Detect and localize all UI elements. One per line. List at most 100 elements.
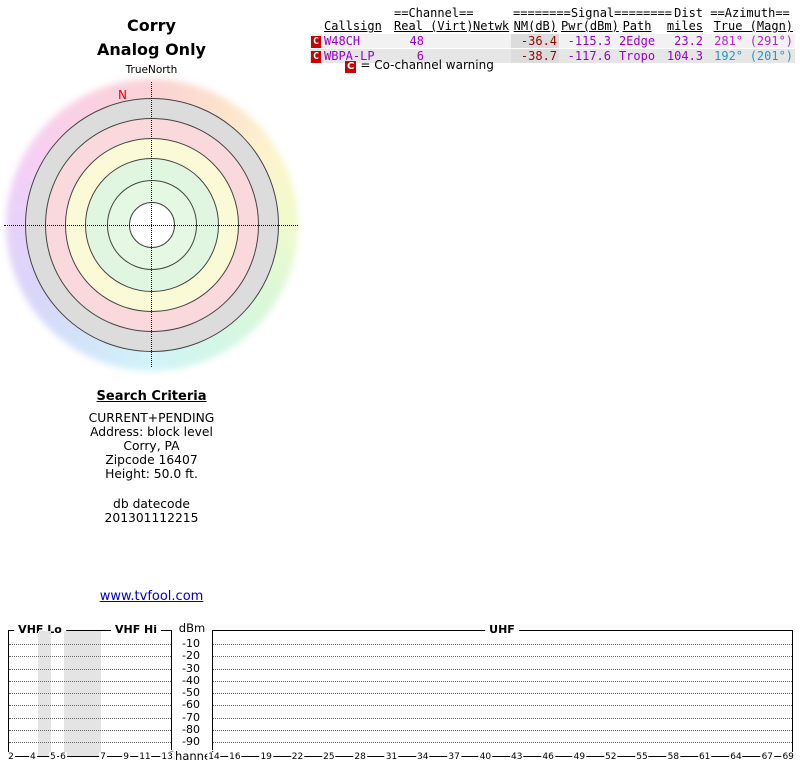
dbm-gridline: [213, 681, 792, 682]
channel-tick-label: 67: [761, 752, 774, 762]
col-header-path: Path: [623, 19, 652, 33]
cell-magn: (201°): [745, 49, 795, 64]
channel-tick-label: 31: [385, 752, 398, 762]
dbm-gridline: [213, 730, 792, 731]
vhf-hi-label: VHF Hi: [111, 623, 161, 636]
channel-tick-label: 4: [29, 752, 37, 762]
co-channel-legend: C = Co-channel warning: [345, 58, 494, 73]
cell-magn: (291°): [745, 34, 795, 49]
col-header-true-magn: True (Magn): [714, 19, 793, 33]
dbm-tick-label: -10: [172, 638, 210, 650]
page-title: Corry: [0, 16, 303, 35]
search-criteria-line: Address: block level: [0, 425, 303, 439]
search-criteria-block: CURRENT+PENDINGAddress: block levelCorry…: [0, 411, 303, 481]
cell-path: Tropo: [613, 49, 661, 64]
channel-tick-label: 28: [353, 752, 366, 762]
dbm-tick-label: -30: [172, 663, 210, 675]
dbm-tick-label: -50: [172, 687, 210, 699]
tvfool-report: { "header": { "title": "Corry", "subtitl…: [0, 0, 800, 768]
channel-tick-label: 9: [122, 752, 130, 762]
col-header-netwk: Netwk: [473, 19, 509, 33]
dbm-gridline: [213, 705, 792, 706]
cell-nm: -38.7: [511, 49, 559, 64]
dbm-gridline: [213, 718, 792, 719]
dbm-gridline: [9, 742, 171, 743]
cell-true: 192°: [705, 49, 745, 64]
channel-tick-label: 55: [635, 752, 648, 762]
table-row: CW48CH48-36.4-115.32Edge23.2281°(291°): [310, 34, 795, 49]
channel-tick-label: 25: [322, 752, 335, 762]
north-marker: N: [118, 88, 127, 102]
channel-tick-label: 19: [259, 752, 272, 762]
search-criteria-line: Zipcode 16407: [0, 453, 303, 467]
cell-nm: -36.4: [511, 34, 559, 49]
col-header-pwr: Pwr(dBm): [561, 19, 619, 33]
channel-tick-label: 40: [479, 752, 492, 762]
dbm-gridline: [9, 693, 171, 694]
dbm-gridline: [213, 742, 792, 743]
col-header-nm: NM(dB): [514, 19, 557, 33]
cell-real: 48: [392, 34, 426, 49]
dbm-gridline: [213, 669, 792, 670]
dbm-gridline: [9, 681, 171, 682]
db-datecode-label: db datecode: [0, 497, 303, 511]
dbm-gridline: [9, 644, 171, 645]
channel-tick-label: 14: [207, 752, 220, 762]
channel-tick-label: 6: [59, 752, 67, 762]
co-channel-warning-icon: C: [311, 51, 321, 63]
channel-tick-label: 43: [510, 752, 523, 762]
dbm-tick-label: -40: [172, 675, 210, 687]
radar-plot: N: [0, 75, 303, 375]
channel-tick-label: 64: [729, 752, 742, 762]
dbm-tick-label: -80: [172, 724, 210, 736]
channel-tick-label: 49: [573, 752, 586, 762]
cell-warn: C: [310, 34, 322, 49]
cell-true: 281°: [705, 34, 745, 49]
dbm-gridline: [9, 718, 171, 719]
co-channel-legend-text: = Co-channel warning: [360, 58, 494, 72]
dbm-gridline: [9, 656, 171, 657]
tvfool-link[interactable]: www.tvfool.com: [0, 589, 303, 604]
cell-pwr: -115.3: [559, 34, 613, 49]
search-criteria-line: Corry, PA: [0, 439, 303, 453]
channel-tick-label: 37: [447, 752, 460, 762]
dbm-gridline: [9, 730, 171, 731]
search-criteria-title: Search Criteria: [0, 389, 303, 404]
channel-tick-label: 7: [99, 752, 107, 762]
dbm-gridline: [9, 669, 171, 670]
channel-axis-label: Channel: [167, 750, 213, 763]
uhf-label: UHF: [485, 623, 519, 636]
dbm-tick-label: -60: [172, 699, 210, 711]
signal-strength-chart: VHF Lo VHF Hi UHF dBm Channel -10-20-30-…: [0, 622, 800, 768]
co-channel-warning-icon: C: [345, 61, 356, 73]
channel-tick-label: 16: [228, 752, 241, 762]
dbm-gridline: [213, 644, 792, 645]
db-datecode-value: 201301112215: [0, 511, 303, 525]
channel-tick-label: 11: [138, 752, 151, 762]
cell-miles: 23.2: [661, 34, 705, 49]
dbm-gridline: [213, 656, 792, 657]
page-subtitle: Analog Only: [0, 40, 303, 59]
station-table: ==Channel== ========Signal======== Dist …: [310, 7, 796, 63]
channel-tick-label: 46: [541, 752, 554, 762]
table-column-header-row: Callsign Real (Virt) Netwk NM(dB) Pwr(dB…: [310, 20, 795, 34]
dbm-tick-label: -20: [172, 650, 210, 662]
channel-tick-label: 5: [49, 752, 57, 762]
dbm-gridline: [9, 705, 171, 706]
dbm-gridline: [213, 693, 792, 694]
channel-tick-label: 52: [604, 752, 617, 762]
search-criteria-line: Height: 50.0 ft.: [0, 467, 303, 481]
channel-tick-label: 2: [7, 752, 15, 762]
cell-virt: [426, 34, 471, 49]
cell-warn: C: [310, 49, 322, 64]
channel-tick-label: 22: [291, 752, 304, 762]
col-header-miles: miles: [667, 19, 703, 33]
cell-path: 2Edge: [613, 34, 661, 49]
search-criteria-line: CURRENT+PENDING: [0, 411, 303, 425]
channel-tick-label: 69: [781, 752, 794, 762]
col-header-callsign: Callsign: [324, 19, 382, 33]
col-header-real-virt: Real (Virt): [394, 19, 473, 33]
cell-pwr: -117.6: [559, 49, 613, 64]
radar-vertical-crosshair: [151, 82, 152, 367]
channel-tick-label: 61: [698, 752, 711, 762]
